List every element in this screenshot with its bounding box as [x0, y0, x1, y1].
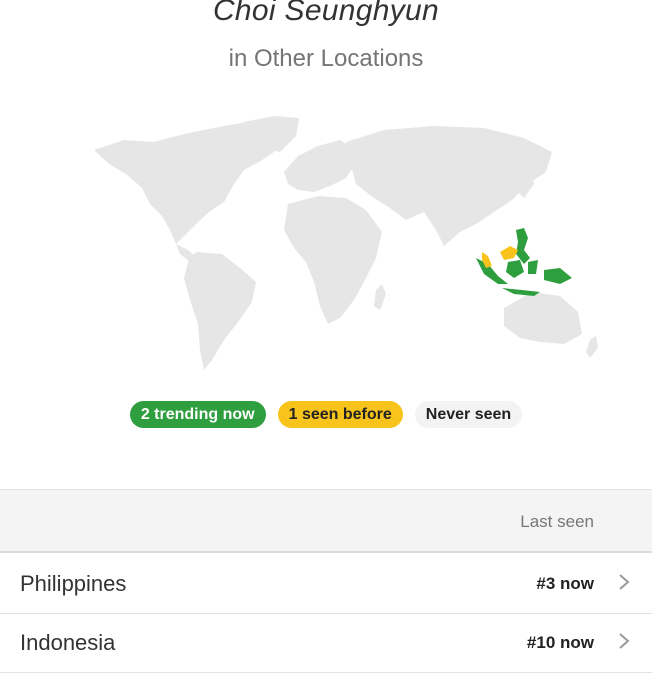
page: Choi Seunghyun in Other Locations 2 tren…: [0, 0, 652, 680]
last-seen-header: Last seen: [520, 512, 594, 531]
table-row[interactable]: Philippines #3 now: [0, 555, 652, 614]
trending-badge[interactable]: 2 trending now: [129, 401, 266, 428]
rank-value: #3 now: [536, 574, 594, 593]
page-title: Choi Seunghyun: [212, 0, 440, 27]
chevron-right-icon: [619, 574, 630, 590]
map-legend: 2 trending now 1 seen before Never seen: [0, 401, 652, 428]
chevron-right-icon: [619, 633, 630, 649]
page-subtitle: in Other Locations: [228, 45, 424, 72]
region-madagascar[interactable]: [374, 284, 386, 310]
world-map[interactable]: [84, 112, 604, 374]
table-row[interactable]: Indonesia #10 now: [0, 614, 652, 673]
region-south-america[interactable]: [184, 252, 256, 370]
country-name: Indonesia: [20, 630, 116, 655]
region-new-zealand[interactable]: [586, 336, 598, 358]
rank-value: #10 now: [526, 633, 594, 652]
region-europe[interactable]: [284, 140, 356, 192]
region-philippines[interactable]: [516, 228, 530, 264]
never-seen-badge[interactable]: Never seen: [414, 401, 523, 428]
region-australia[interactable]: [504, 292, 582, 344]
seen-before-badge[interactable]: 1 seen before: [277, 401, 403, 428]
region-africa[interactable]: [284, 196, 382, 324]
table-header: Last seen: [0, 489, 652, 553]
country-name: Philippines: [20, 571, 127, 596]
